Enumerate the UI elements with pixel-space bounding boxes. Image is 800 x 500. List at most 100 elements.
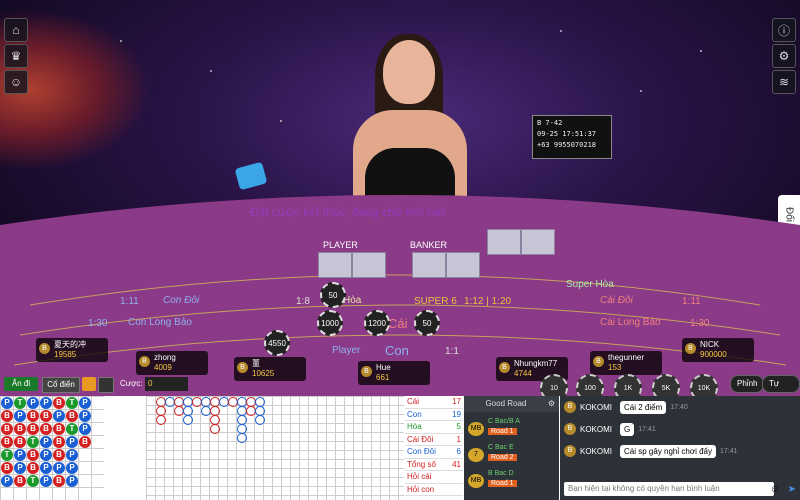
seat-player[interactable]: B thegunner 153 bbox=[590, 351, 662, 375]
chat-time: 17:40 bbox=[670, 403, 688, 411]
bet-zone-cai[interactable]: Cái bbox=[388, 316, 408, 331]
seat-player[interactable]: B zhong 4009 bbox=[136, 351, 208, 375]
table-code-badge: MB bbox=[468, 422, 484, 436]
stat-row: Hỏi con bbox=[405, 484, 463, 496]
emoji-icon[interactable]: ☺ bbox=[770, 484, 780, 495]
seat-player[interactable]: B 夏天的冲 19585 bbox=[36, 338, 108, 362]
bet-zone-player[interactable]: Player bbox=[332, 345, 360, 356]
seat-player-amount: 19585 bbox=[54, 350, 77, 359]
bead-dot: B bbox=[40, 423, 52, 435]
big-road-ring bbox=[210, 424, 220, 434]
screen-line2: 09-25 17:51:37 bbox=[537, 130, 597, 138]
big-road bbox=[146, 396, 404, 500]
stat-value: 41 bbox=[452, 459, 461, 469]
settings-icon[interactable]: ⚙ bbox=[548, 396, 555, 412]
bet-zone-cai-long-bao[interactable]: Cái Long Bảo bbox=[600, 317, 661, 328]
good-road-item[interactable]: MB B Bac D Road 1 bbox=[468, 470, 556, 492]
table-chip: 1200 bbox=[364, 310, 390, 336]
good-road-item[interactable]: 7 C Bac E Road 2 bbox=[468, 444, 556, 466]
seat-player-name: Hue bbox=[376, 363, 391, 372]
stat-row: Hỏi cái bbox=[405, 471, 463, 484]
dealer bbox=[345, 34, 475, 210]
send-icon[interactable]: ➤ bbox=[788, 484, 796, 495]
bead-dot: B bbox=[14, 436, 26, 448]
stat-label: Con bbox=[407, 409, 422, 419]
chat-text: Cái 2 điểm bbox=[620, 400, 667, 414]
chat-input[interactable]: Bạn hiện tại không có quyền hạn bình luậ… bbox=[564, 482, 774, 496]
bead-dot: B bbox=[79, 436, 91, 448]
bet-zone-con-doi[interactable]: Con Đôi bbox=[163, 295, 199, 306]
stat-row: Con 19 bbox=[405, 409, 463, 421]
favorite-icon[interactable] bbox=[82, 377, 96, 391]
banker-card-1 bbox=[412, 252, 446, 278]
seat-player-name: Nhungkm77 bbox=[514, 359, 558, 368]
seat-player[interactable]: B 董 10625 bbox=[234, 357, 306, 381]
bead-dot: T bbox=[66, 397, 78, 409]
wifi-icon[interactable]: ≋ bbox=[772, 70, 796, 94]
home-icon[interactable]: ⌂ bbox=[4, 18, 28, 42]
stat-label: Cái bbox=[407, 397, 420, 406]
settings-icon[interactable]: ⚙ bbox=[772, 44, 796, 68]
bead-dot: P bbox=[40, 397, 52, 409]
game-stage: ⌂ ♛ ☺ ⓘ ⚙ ≋ Đổi trò chơi B 7-42 09-25 17… bbox=[0, 0, 800, 500]
info-icon[interactable]: ⓘ bbox=[772, 18, 796, 42]
hide-button[interactable]: Ẩn đi bbox=[4, 377, 38, 391]
auto-bet-button[interactable]: Tự động bbox=[762, 375, 800, 404]
seat-player-name: thegunner bbox=[608, 353, 645, 362]
chat-user: KOKOMI bbox=[580, 402, 613, 412]
bead-dot: B bbox=[53, 449, 65, 461]
bead-dot: P bbox=[66, 475, 78, 487]
stat-label: Hỏi con bbox=[407, 484, 435, 494]
user-icon[interactable]: ☺ bbox=[4, 70, 28, 94]
table-chip: 4550 bbox=[264, 330, 290, 356]
bet-zone-con[interactable]: Con bbox=[385, 343, 409, 358]
bet-zone-con-long-bao[interactable]: Con Long Bảo bbox=[128, 317, 192, 328]
stat-label: Tổng số bbox=[407, 459, 436, 469]
star bbox=[560, 30, 562, 32]
crown-icon[interactable]: ♛ bbox=[4, 44, 28, 68]
good-road-panel: Good Road ⚙ MB C Bac/B A Road 1 7 C Bac E Roa… bbox=[464, 396, 559, 500]
classic-mode-button[interactable]: Cổ điển bbox=[42, 377, 80, 393]
banker-label: BANKER bbox=[410, 240, 448, 250]
chat-time: 17:41 bbox=[638, 425, 656, 433]
big-road-ring bbox=[156, 415, 166, 425]
chat-user: KOKOMI bbox=[580, 424, 613, 434]
table-name: B Bac D bbox=[488, 470, 514, 477]
badge-b-icon: B bbox=[685, 343, 696, 354]
seat-player-amount: 10625 bbox=[252, 369, 275, 378]
screen-line3: +63 9955070218 bbox=[537, 141, 597, 149]
stat-row: Cái Đôi 1 bbox=[405, 434, 463, 446]
bead-dot: B bbox=[53, 475, 65, 487]
player-label: PLAYER bbox=[323, 240, 358, 250]
seat-player[interactable]: B Hue 661 bbox=[358, 361, 430, 385]
good-road-item[interactable]: MB C Bac/B A Road 1 bbox=[468, 418, 556, 440]
bead-dot: P bbox=[14, 449, 26, 461]
bet-zone-cai-long-bao-ratio: 1:30 bbox=[690, 318, 710, 329]
user-list-icon[interactable] bbox=[98, 377, 114, 393]
stat-value: 1 bbox=[456, 434, 461, 444]
chat-message: B KOKOMI Cái sp gây nghỉ chơi đấy 17:41 bbox=[564, 442, 738, 460]
bead-dot: B bbox=[53, 397, 65, 409]
bead-dot: P bbox=[14, 462, 26, 474]
bead-dot: P bbox=[40, 436, 52, 448]
bead-dot: B bbox=[1, 410, 13, 422]
chat-input-placeholder: Bạn hiện tại không có quyền hạn bình luậ… bbox=[568, 484, 720, 493]
chat-text: Cái sp gây nghỉ chơi đấy bbox=[620, 444, 716, 458]
road-badge: Road 1 bbox=[488, 428, 517, 435]
chat-text: G bbox=[620, 422, 635, 436]
bet-zone-super6[interactable]: SUPER 6 bbox=[414, 296, 457, 307]
seat-player-name: 夏天的冲 bbox=[54, 340, 86, 349]
badge-b-icon: B bbox=[139, 356, 150, 367]
seat-player-amount: 661 bbox=[376, 373, 390, 382]
bet-zone-cai-doi[interactable]: Cái Đôi bbox=[600, 295, 633, 306]
bead-dot: P bbox=[27, 397, 39, 409]
seat-player[interactable]: B NICK 900000 bbox=[682, 338, 754, 362]
table-name: C Bac/B A bbox=[488, 418, 520, 425]
star bbox=[280, 120, 282, 122]
tip-button[interactable]: Phỉnh bbox=[730, 375, 765, 393]
bet-zone-con-ratio: 1:1 bbox=[445, 346, 459, 357]
bet-zone-super-hoa[interactable]: Super Hòa bbox=[566, 279, 614, 290]
stat-row: Cái 17 bbox=[405, 396, 463, 409]
dealer-face bbox=[383, 40, 435, 104]
table-name: C Bac E bbox=[488, 444, 514, 451]
